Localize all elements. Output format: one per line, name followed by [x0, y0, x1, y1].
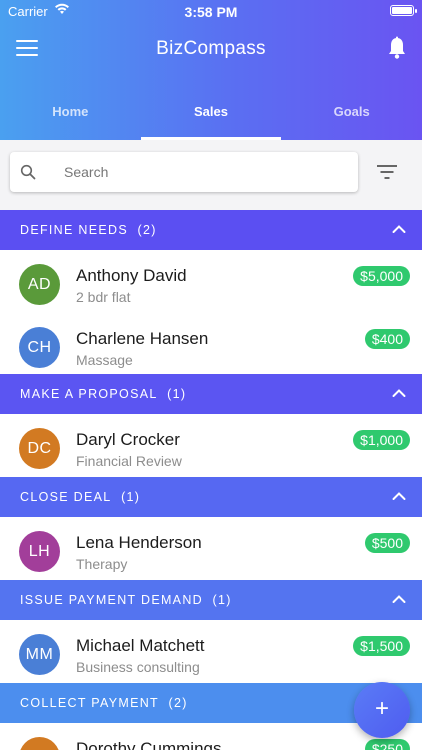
section-count: (1) — [167, 387, 187, 401]
section-count: (1) — [212, 593, 232, 607]
deal-row[interactable]: CH Charlene Hansen Massage $400 — [0, 313, 422, 374]
deal-description: Business consulting — [76, 659, 200, 675]
avatar: MM — [19, 634, 60, 675]
section-header[interactable]: MAKE A PROPOSAL (1) — [0, 374, 422, 414]
tab-bar: Home Sales Goals — [0, 96, 422, 140]
chevron-up-icon[interactable] — [392, 388, 406, 398]
sales-pipeline-list: DEFINE NEEDS (2) AD Anthony David 2 bdr fla… — [0, 210, 422, 750]
contact-name: Charlene Hansen — [76, 329, 209, 348]
plus-icon: + — [374, 695, 389, 722]
section-title: MAKE A PROPOSAL (1) — [20, 387, 186, 401]
section-count: (2) — [168, 696, 188, 710]
chevron-up-icon[interactable] — [392, 224, 406, 234]
deal-description: Therapy — [76, 556, 128, 572]
deal-description: Financial Review — [76, 453, 182, 469]
section-title-text: MAKE A PROPOSAL — [20, 387, 158, 401]
section-header[interactable]: CLOSE DEAL (1) — [0, 477, 422, 517]
section-title: DEFINE NEEDS (2) — [20, 223, 157, 237]
deal-description: Massage — [76, 352, 133, 368]
tab-goals[interactable]: Goals — [281, 96, 422, 140]
nav-bar: BizCompass — [0, 32, 422, 68]
status-bar: Carrier 3:58 PM — [0, 0, 422, 22]
section-title-text: CLOSE DEAL — [20, 490, 112, 504]
deal-row[interactable]: LH Lena Henderson Therapy $500 — [0, 517, 422, 580]
section-header[interactable]: ISSUE PAYMENT DEMAND (1) — [0, 580, 422, 620]
status-time: 3:58 PM — [184, 4, 238, 20]
amount-badge: $1,500 — [353, 636, 410, 656]
avatar: CH — [19, 327, 60, 368]
battery-icon — [390, 5, 417, 16]
app-title: BizCompass — [156, 38, 266, 59]
chevron-up-icon[interactable] — [392, 594, 406, 604]
bell-icon[interactable] — [386, 36, 408, 60]
add-deal-button[interactable]: + — [354, 682, 410, 738]
section-header[interactable]: DEFINE NEEDS (2) — [0, 210, 422, 250]
chevron-up-icon[interactable] — [392, 491, 406, 501]
search-box[interactable] — [10, 152, 358, 192]
section-title: ISSUE PAYMENT DEMAND (1) — [20, 593, 232, 607]
deal-row[interactable]: MM Michael Matchett Business consulting $1,… — [0, 620, 422, 683]
deal-row[interactable]: AD Anthony David 2 bdr flat $5,000 — [0, 250, 422, 313]
amount-badge: $400 — [364, 329, 410, 349]
contact-name: Michael Matchett — [76, 636, 205, 655]
amount-badge: $1,000 — [353, 430, 410, 450]
section-count: (2) — [137, 223, 157, 237]
app-header: Carrier 3:58 PM BizCompass Home Sales Goal… — [0, 0, 422, 140]
avatar: AD — [19, 264, 60, 305]
section-title: CLOSE DEAL (1) — [20, 490, 140, 504]
search-icon — [20, 164, 36, 180]
amount-badge: $500 — [364, 533, 410, 553]
deal-row[interactable]: DC Dorothy Cummings $250 — [0, 723, 422, 750]
amount-badge: $5,000 — [353, 266, 410, 286]
search-input[interactable] — [64, 160, 344, 184]
contact-name: Lena Henderson — [76, 533, 202, 552]
section-title-text: COLLECT PAYMENT — [20, 696, 159, 710]
avatar: LH — [19, 531, 60, 572]
section-count: (1) — [121, 490, 141, 504]
deal-description: 2 bdr flat — [76, 289, 131, 305]
section-title-text: DEFINE NEEDS — [20, 223, 128, 237]
contact-name: Anthony David — [76, 266, 187, 285]
amount-badge: $250 — [364, 739, 410, 750]
avatar: DC — [19, 737, 60, 750]
search-area — [0, 140, 422, 210]
filter-icon[interactable] — [376, 164, 398, 180]
tab-sales[interactable]: Sales — [140, 96, 282, 140]
avatar: DC — [19, 428, 60, 469]
contact-name: Dorothy Cummings — [76, 739, 222, 750]
section-title: COLLECT PAYMENT (2) — [20, 696, 188, 710]
section-title-text: ISSUE PAYMENT DEMAND — [20, 593, 203, 607]
contact-name: Daryl Crocker — [76, 430, 180, 449]
deal-row[interactable]: DC Daryl Crocker Financial Review $1,000 — [0, 414, 422, 477]
tab-home[interactable]: Home — [0, 96, 141, 140]
